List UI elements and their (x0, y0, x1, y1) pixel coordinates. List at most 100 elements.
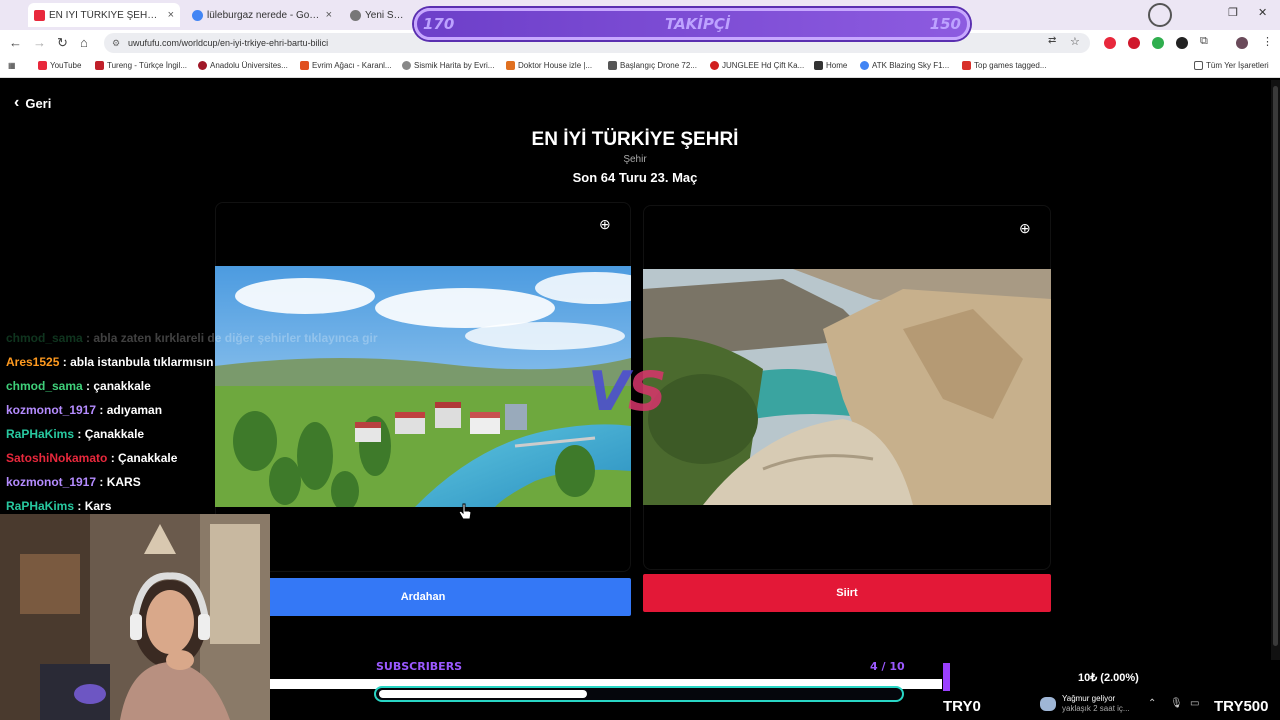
close-tab-icon[interactable]: × (168, 9, 174, 21)
anadolu-icon (198, 61, 207, 70)
evrim-agaci-icon (300, 61, 309, 70)
chat-username: chmod_sama (6, 379, 83, 393)
chat-message: chmod_sama : abla zaten kırklareli de di… (6, 331, 378, 345)
chat-username: kozmonot_1917 (6, 475, 97, 489)
bookmark-item[interactable]: Home (814, 61, 847, 70)
google-favicon-icon (192, 9, 203, 21)
itch-icon (962, 61, 971, 70)
bookmark-star-icon[interactable]: ☆ (1070, 35, 1080, 48)
tureng-icon (95, 61, 104, 70)
chat-message: chmod_sama : çanakkale (6, 379, 151, 393)
choose-ardahan-button[interactable]: Ardahan (215, 578, 631, 616)
tip-goal-amount: 10₺ (2.00%) (1078, 672, 1139, 684)
chat-message: kozmonot_1917 : adıyaman (6, 403, 163, 417)
chat-username: kozmonot_1917 (6, 403, 97, 417)
tab-new-tab[interactable]: Yeni Sekme (344, 3, 414, 27)
chat-username: SatoshiNokamato (6, 451, 108, 465)
back-arrow-icon[interactable]: ← (9, 35, 22, 50)
webcam-feed (0, 514, 270, 720)
choose-siirt-button[interactable]: Siirt (643, 574, 1051, 612)
chat-message: RaPHaKims : Çanakkale (6, 427, 145, 441)
tip-goal-min: TRY0 (943, 698, 981, 715)
adblock-extension-icon[interactable] (1104, 37, 1116, 49)
reload-icon[interactable]: ↻ (57, 35, 68, 51)
junglee-icon (710, 61, 719, 70)
back-link[interactable]: ‹ Geri (14, 94, 51, 112)
rain-cloud-icon (1040, 697, 1056, 711)
bookmark-item[interactable]: Doktor House izle |... (506, 61, 592, 70)
chrome-favicon-icon (350, 9, 361, 21)
bookmark-item[interactable]: JUNGLEE Hd Çift Ka... (710, 61, 804, 70)
google-icon (860, 61, 869, 70)
apps-grid-icon[interactable]: ▦ (8, 61, 16, 70)
close-tab-icon[interactable]: × (326, 9, 332, 21)
subscribers-label: SUBSCRIBERS (376, 660, 463, 673)
siirt-canyon-image (643, 269, 1051, 505)
ardahan-landscape-image (215, 266, 631, 507)
all-bookmarks-folder[interactable]: Tüm Yer İşaretleri (1194, 61, 1269, 70)
profile-avatar[interactable] (1236, 37, 1248, 49)
bookmark-item[interactable]: Başlangıç Drone 72... (608, 61, 697, 70)
close-window-icon[interactable]: ✕ (1258, 6, 1267, 19)
folder-icon (1194, 61, 1203, 70)
subscribers-progress-bar (374, 686, 904, 702)
globe-icon (402, 61, 411, 70)
chat-username: chmod_sama (6, 331, 83, 345)
bookmark-item[interactable]: Top games tagged... (962, 61, 1047, 70)
chat-username: Ares1525 (6, 355, 60, 369)
chat-message: kozmonot_1917 : KARS (6, 475, 141, 489)
display-icon[interactable]: ▭ (1190, 698, 1199, 709)
tab-google-search[interactable]: lüleburgaz nerede - Google'da... × (186, 3, 338, 27)
page-scrollbar[interactable] (1271, 80, 1280, 660)
follower-goal: 150 (929, 15, 961, 33)
zoom-in-icon[interactable]: ⊕ (1019, 220, 1031, 237)
page-title: EN İYİ TÜRKİYE ŞEHRİ (531, 129, 739, 150)
chat-message: Ares1525 : abla istanbula tıklarmısın (6, 355, 214, 369)
bookmark-item[interactable]: Tureng - Türkçe İngil... (95, 61, 187, 70)
drone-icon (608, 61, 617, 70)
chat-message: SatoshiNokamato : Çanakkale (6, 451, 178, 465)
tab-uwufufu[interactable]: EN İYİ TÜRKİYE ŞEHRİ | UwUFU... × (28, 3, 180, 27)
menu-kebab-icon[interactable]: ⋮ (1262, 35, 1273, 48)
extensions-puzzle-icon[interactable]: ⧉ (1200, 35, 1208, 48)
screen: EN İYİ TÜRKİYE ŞEHRİ | UwUFU... × lülebu… (0, 0, 1280, 720)
weather-widget[interactable]: Yağmur geliyor yaklaşık 2 saat iç... (1040, 694, 1130, 714)
subscribers-progress-fill (379, 690, 587, 698)
scrollbar-thumb[interactable] (1273, 86, 1278, 646)
bookmark-item[interactable]: Anadolu Üniversites... (198, 61, 288, 70)
doktor-house-icon (506, 61, 515, 70)
bookmark-item[interactable]: YouTube (38, 61, 81, 70)
follower-label: TAKİPÇİ (665, 15, 731, 33)
forward-arrow-icon[interactable]: → (33, 35, 46, 50)
category-label: Şehir (623, 154, 647, 165)
home-icon[interactable]: ⌂ (80, 35, 88, 50)
chevron-left-icon: ‹ (14, 94, 20, 111)
site-info-icon[interactable]: ⚙ (112, 33, 120, 53)
bookmark-item[interactable]: Sismik Harita by Evri... (402, 61, 494, 70)
tip-goal-max: TRY500 (1214, 698, 1269, 715)
gear-overlay-icon (1148, 3, 1172, 27)
chevron-up-icon[interactable]: ⌃ (1148, 698, 1156, 709)
hamburger-icon (814, 61, 823, 70)
subscribers-count: 4 / 10 (870, 660, 905, 673)
translate-icon[interactable]: ⇄ (1048, 35, 1056, 46)
extension-icon[interactable] (1128, 37, 1140, 49)
follower-goal-overlay: 170 TAKİPÇİ 150 (414, 8, 970, 40)
youtube-icon (38, 61, 47, 70)
uwufufu-favicon-icon (34, 9, 45, 21)
extension-icon[interactable] (1176, 37, 1188, 49)
extension-icon[interactable] (1152, 37, 1164, 49)
follower-current: 170 (423, 15, 455, 33)
chat-username: RaPHaKims (6, 499, 75, 513)
bookmarks-bar: ▦ YouTube Tureng - Türkçe İngil... Anado… (0, 56, 1280, 78)
siirt-photo[interactable] (643, 269, 1051, 505)
stream-chat: chmod_sama : abla zaten kırklareli de di… (6, 328, 378, 520)
tip-goal-marker (943, 663, 950, 691)
bookmark-item[interactable]: Evrim Ağacı - Karanl... (300, 61, 392, 70)
zoom-in-icon[interactable]: ⊕ (599, 216, 611, 233)
microphone-icon[interactable]: 🎙 (1170, 698, 1183, 709)
ardahan-photo[interactable] (215, 266, 631, 507)
restore-window-icon[interactable]: ❐ (1228, 6, 1238, 19)
bookmark-item[interactable]: ATK Blazing Sky F1... (860, 61, 949, 70)
hand-cursor-icon (458, 503, 472, 520)
